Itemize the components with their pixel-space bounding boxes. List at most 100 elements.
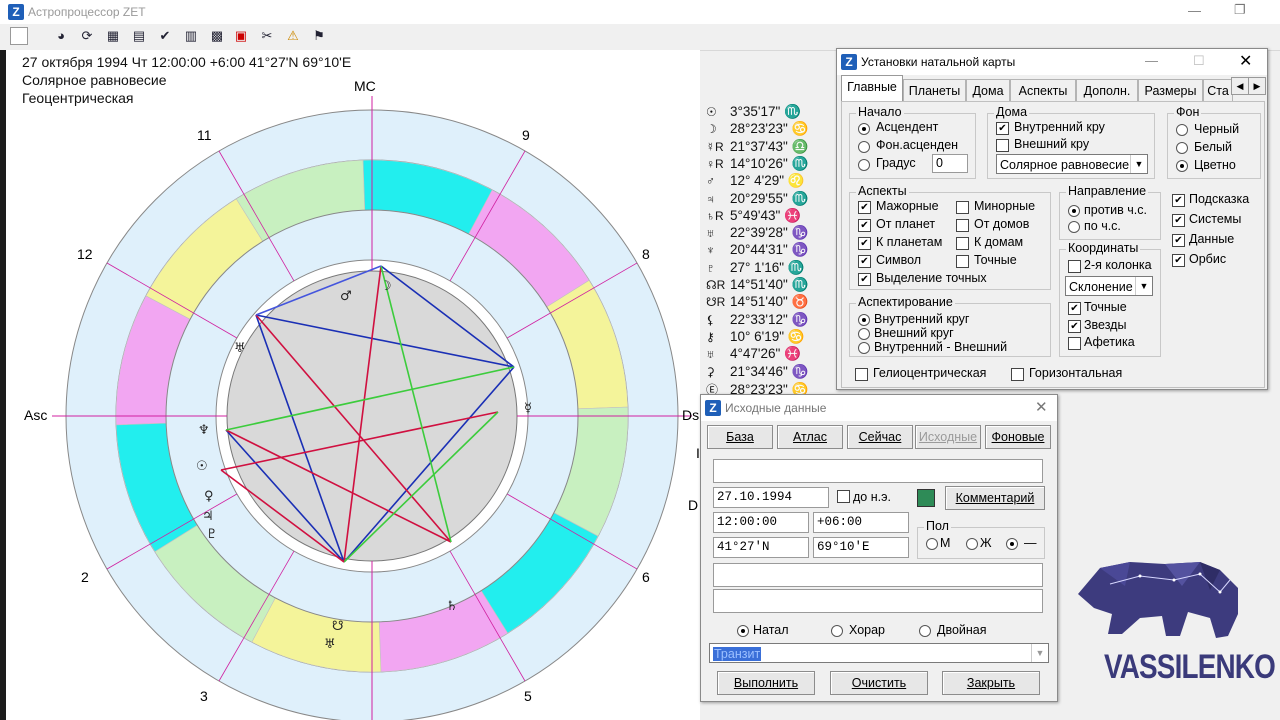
tab-scroll-right[interactable]: ▶ <box>1248 77 1266 95</box>
warning-icon[interactable]: ⚠ <box>284 27 302 45</box>
systems-checkbox[interactable]: ✔ <box>1172 214 1185 227</box>
orbis-checkbox[interactable]: ✔ <box>1172 254 1185 267</box>
run-icon[interactable]: ⚑ <box>310 27 328 45</box>
chevron-down-icon: ▼ <box>1130 155 1147 173</box>
to-houses-checkbox[interactable] <box>956 237 969 250</box>
degree-input[interactable]: 0 <box>932 154 968 173</box>
symbol-checkbox[interactable]: ✔ <box>858 255 871 268</box>
planet-position: 20°29'55" ♏ <box>730 190 809 206</box>
close-button[interactable]: Закрыть <box>942 671 1040 695</box>
radio-color[interactable] <box>1176 160 1188 172</box>
heliocentric-checkbox[interactable] <box>855 368 868 381</box>
horizontal-checkbox[interactable] <box>1011 368 1024 381</box>
from-houses-checkbox[interactable] <box>956 219 969 232</box>
settings-title: Установки натальной карты <box>861 55 1016 69</box>
comment-button[interactable]: Комментарий <box>945 486 1045 510</box>
minimize-icon[interactable]: — <box>1188 3 1201 18</box>
tab-houses[interactable]: Дома <box>966 79 1010 101</box>
radio-white[interactable] <box>1176 142 1188 154</box>
maximize-icon[interactable]: ☐ <box>1193 53 1205 69</box>
bc-checkbox[interactable] <box>837 490 850 503</box>
planet-glyph: ♃ <box>202 509 214 524</box>
calendar-icon[interactable] <box>917 489 935 507</box>
minimize-icon[interactable]: — <box>1145 53 1158 68</box>
original-button[interactable]: Исходные <box>915 425 981 449</box>
radio-ccw[interactable] <box>1068 205 1080 217</box>
outer-circle-checkbox[interactable] <box>996 139 1009 152</box>
restore-icon[interactable]: ❐ <box>1234 2 1246 18</box>
tab-scroll-left[interactable]: ◀ <box>1231 77 1249 95</box>
tab-sizes[interactable]: Размеры <box>1138 79 1203 101</box>
time-input[interactable]: 12:00:00 <box>713 512 809 533</box>
radio-cw[interactable] <box>1068 221 1080 233</box>
tools-icon[interactable]: ✂ <box>258 27 276 45</box>
atlas-button[interactable]: Атлас <box>777 425 843 449</box>
exact-checkbox[interactable] <box>956 255 969 268</box>
to-planets-checkbox[interactable]: ✔ <box>858 237 871 250</box>
tab-planets[interactable]: Планеты <box>903 79 966 101</box>
radio-natal[interactable] <box>737 625 749 637</box>
inner-circle-checkbox[interactable]: ✔ <box>996 122 1009 135</box>
radio-none[interactable] <box>1006 538 1018 550</box>
table-icon[interactable]: ▦ <box>104 27 122 45</box>
now-button[interactable]: Сейчас <box>847 425 913 449</box>
background-button[interactable]: Фоновые <box>985 425 1051 449</box>
latitude-input[interactable]: 41°27'N <box>713 537 809 558</box>
radio-double[interactable] <box>919 625 931 637</box>
planet-position: 28°23'23" ♋ <box>730 121 809 137</box>
radio-outer-circle[interactable] <box>858 328 870 340</box>
planet-position: 27° 1'16" ♏ <box>730 259 805 275</box>
tab-aspects[interactable]: Аспекты <box>1010 79 1076 101</box>
radio-inner-outer[interactable] <box>858 342 870 354</box>
extra-field-1[interactable] <box>713 563 1043 587</box>
date-input[interactable]: 27.10.1994 <box>713 487 829 508</box>
longitude-input[interactable]: 69°10'E <box>813 537 909 558</box>
toolbar: ◕ ⟳ ▦ ▤ ✔ ▥ ▩ ▣ ✂ ⚠ ⚑ <box>0 24 1280 51</box>
natal-chart-wheel[interactable]: ♂ ☽ ♅ ♆ ☉ ♀ ♃ ♇ ☿ ♄ ☋ ♅ <box>6 50 700 720</box>
stars-checkbox[interactable]: ✔ <box>1068 320 1081 333</box>
tab-more[interactable]: Ста <box>1203 79 1233 101</box>
tab-main[interactable]: Главные <box>841 75 903 101</box>
radio-inner-circle[interactable] <box>858 314 870 326</box>
transit-select[interactable]: Транзит ▼ <box>709 643 1049 663</box>
check-icon[interactable]: ✔ <box>156 27 174 45</box>
grid-icon[interactable]: ▩ <box>208 27 226 45</box>
house-system-select[interactable]: Солярное равновесие ▼ <box>996 154 1148 174</box>
from-planets-checkbox[interactable]: ✔ <box>858 219 871 232</box>
close-icon[interactable]: ✕ <box>1035 398 1048 416</box>
radio-male[interactable] <box>926 538 938 550</box>
radio-degree[interactable] <box>858 159 870 171</box>
radio-bg-ascendant[interactable] <box>858 141 870 153</box>
radio-black[interactable] <box>1176 124 1188 136</box>
highlight-exact-checkbox[interactable]: ✔ <box>858 273 871 286</box>
exact-coords-checkbox[interactable]: ✔ <box>1068 302 1081 315</box>
execute-button[interactable]: Выполнить <box>717 671 815 695</box>
table-edit-icon[interactable]: ▥ <box>182 27 200 45</box>
coordinates-select[interactable]: Склонение ▼ <box>1065 276 1153 296</box>
document-icon[interactable]: ▤ <box>130 27 148 45</box>
radio-ascendant[interactable] <box>858 123 870 135</box>
aspecting-inner-label: Внутренний круг <box>874 312 970 326</box>
calendar-icon[interactable]: ▣ <box>232 27 250 45</box>
planet-position: 10° 6'19" ♋ <box>730 328 805 344</box>
radio-female[interactable] <box>966 538 978 550</box>
planet-row: ♃ 20°29'55" ♏ <box>706 191 808 207</box>
extra-field-2[interactable] <box>713 589 1043 613</box>
tab-extra[interactable]: Дополн. <box>1076 79 1138 101</box>
blank-icon[interactable] <box>10 27 28 45</box>
tooltip-checkbox[interactable]: ✔ <box>1172 194 1185 207</box>
clear-button[interactable]: Очистить <box>830 671 928 695</box>
minor-checkbox[interactable] <box>956 201 969 214</box>
database-button[interactable]: База <box>707 425 773 449</box>
chart-wheel-icon[interactable]: ◕ <box>52 27 70 45</box>
aspecting-outer-label: Внешний круг <box>874 326 954 340</box>
radio-horary[interactable] <box>831 625 843 637</box>
data-checkbox[interactable]: ✔ <box>1172 234 1185 247</box>
major-checkbox[interactable]: ✔ <box>858 201 871 214</box>
close-icon[interactable]: ✕ <box>1239 51 1252 71</box>
timezone-input[interactable]: +06:00 <box>813 512 909 533</box>
name-input[interactable] <box>713 459 1043 483</box>
second-column-checkbox[interactable] <box>1068 260 1081 273</box>
refresh-icon[interactable]: ⟳ <box>78 27 96 45</box>
aphetics-checkbox[interactable] <box>1068 337 1081 350</box>
